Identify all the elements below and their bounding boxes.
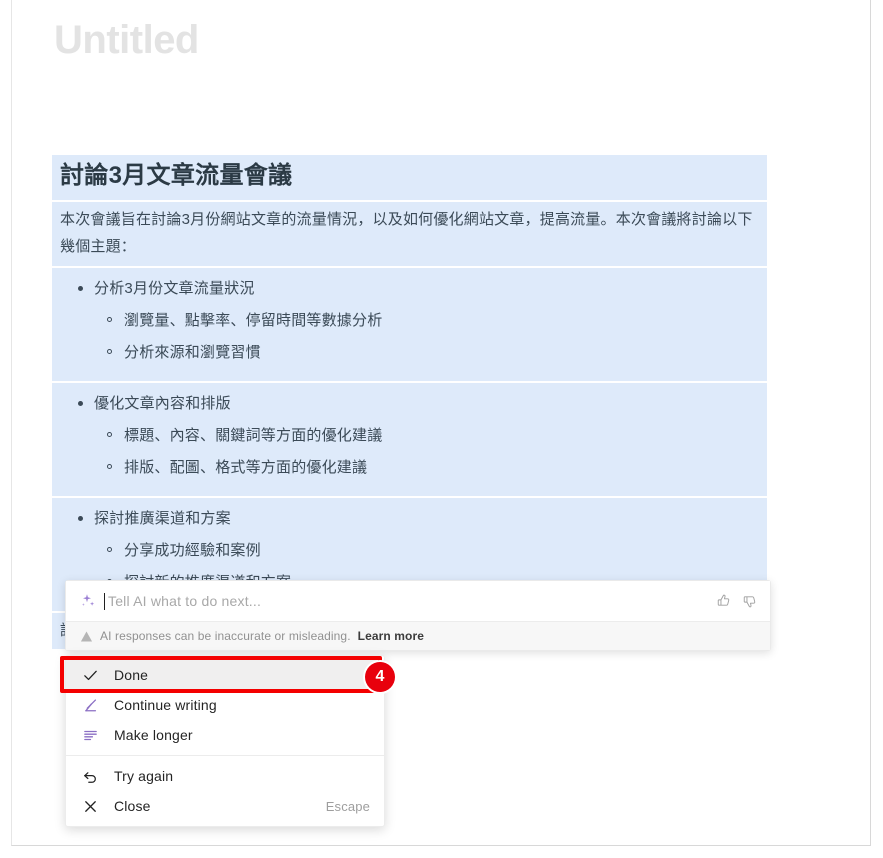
bullet-dot-icon: [78, 400, 83, 406]
doc-intro-paragraph[interactable]: 本次會議旨在討論3月份網站文章的流量情況，以及如何優化網站文章，提高流量。本次會…: [52, 202, 767, 266]
ai-prompt-card: Tell AI what to do next... AI responses …: [65, 580, 771, 651]
menu-item-label: Continue writing: [114, 697, 217, 713]
list-item: 優化文章內容和排版: [60, 392, 759, 416]
annotation-step-badge: 4: [365, 662, 395, 692]
doc-list-block[interactable]: 優化文章內容和排版 標題、內容、關鍵詞等方面的優化建議 排版、配圖、格式等方面的…: [52, 382, 767, 496]
document-title-placeholder[interactable]: Untitled: [54, 16, 199, 64]
menu-item-label: Close: [114, 798, 151, 814]
warning-icon: [80, 630, 93, 642]
pencil-icon: [85, 698, 97, 711]
menu-item-shortcut: Escape: [325, 798, 370, 814]
bullet-circle-icon: [107, 431, 112, 437]
ai-input-row[interactable]: Tell AI what to do next...: [66, 581, 770, 621]
list-item: 標題、內容、關鍵詞等方面的優化建議: [60, 424, 759, 448]
ai-prompt-input[interactable]: Tell AI what to do next...: [108, 593, 716, 609]
ai-disclaimer-text: AI responses can be inaccurate or mislea…: [100, 629, 351, 643]
list-item: 排版、配圖、格式等方面的優化建議: [60, 456, 759, 480]
list-item: 瀏覽量、點擊率、停留時間等數據分析: [60, 309, 759, 333]
menu-item-done[interactable]: Done: [66, 660, 384, 690]
doc-heading[interactable]: 討論3月文章流量會議: [52, 155, 767, 201]
menu-item-try-again[interactable]: Try again: [66, 761, 384, 791]
list-item-label: 優化文章內容和排版: [94, 394, 231, 412]
list-item-label: 瀏覽量、點擊率、停留時間等數據分析: [124, 311, 383, 329]
menu-separator: [66, 755, 384, 756]
bullet-dot-icon: [78, 515, 83, 521]
bullet-circle-icon: [107, 463, 112, 469]
bullet-circle-icon: [107, 348, 112, 354]
list-item-label: 分享成功經驗和案例: [124, 541, 261, 559]
close-icon: [85, 800, 96, 812]
list-item-label: 分析來源和瀏覽習慣: [124, 343, 261, 361]
list-item: 分析來源和瀏覽習慣: [60, 341, 759, 365]
menu-item-make-longer[interactable]: Make longer: [66, 720, 384, 750]
document-content: 討論3月文章流量會議 本次會議旨在討論3月份網站文章的流量情況，以及如何優化網站…: [52, 155, 767, 650]
thumbs-up-icon[interactable]: [716, 593, 732, 609]
list-item: 分享成功經驗和案例: [60, 539, 759, 563]
learn-more-link[interactable]: Learn more: [358, 629, 424, 643]
feedback-buttons: [716, 593, 758, 609]
list-item-label: 標題、內容、關鍵詞等方面的優化建議: [124, 426, 383, 444]
ai-actions-menu: Done Continue writing Make longer Try ag…: [65, 655, 385, 827]
bullet-dot-icon: [78, 285, 83, 291]
text-cursor: [104, 592, 105, 610]
list-item: 分析3月份文章流量狀況: [60, 277, 759, 301]
thumbs-down-icon[interactable]: [742, 593, 758, 609]
bullet-circle-icon: [107, 316, 112, 322]
menu-item-label: Make longer: [114, 727, 193, 743]
menu-item-label: Done: [114, 667, 149, 683]
menu-item-label: Try again: [114, 768, 174, 784]
doc-list-block[interactable]: 分析3月份文章流量狀況 瀏覽量、點擊率、停留時間等數據分析 分析來源和瀏覽習慣: [52, 267, 767, 381]
list-item: 探討推廣渠道和方案: [60, 507, 759, 531]
ai-disclaimer-row: AI responses can be inaccurate or mislea…: [66, 621, 770, 650]
menu-item-continue-writing[interactable]: Continue writing: [66, 690, 384, 720]
menu-item-close[interactable]: Close Escape: [66, 791, 384, 821]
list-item-label: 探討推廣渠道和方案: [94, 509, 231, 527]
check-icon: [84, 670, 97, 680]
sparkle-icon: [81, 594, 95, 606]
text-lines-icon: [84, 730, 97, 740]
list-item-label: 排版、配圖、格式等方面的優化建議: [124, 458, 368, 476]
undo-icon: [84, 771, 96, 783]
list-item-label: 分析3月份文章流量狀況: [94, 279, 255, 297]
document-page: Untitled 討論3月文章流量會議 本次會議旨在討論3月份網站文章的流量情況…: [11, 0, 871, 846]
bullet-circle-icon: [107, 546, 112, 552]
